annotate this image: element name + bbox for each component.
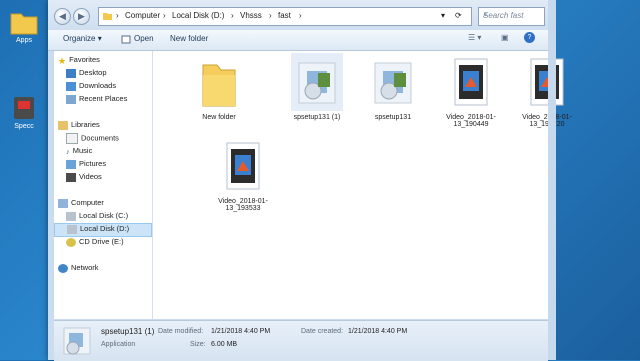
file-item[interactable]: Video_2018-01-13_190449 <box>437 53 505 128</box>
file-name: New folder <box>202 114 236 121</box>
back-button[interactable]: ◀ <box>54 8 71 25</box>
folder-icon <box>9 8 39 36</box>
nav-videos[interactable]: Videos <box>66 172 102 184</box>
hard-drive-icon <box>67 224 77 234</box>
file-name: Video_2018-01-13_192220 <box>522 114 572 128</box>
details-created-label: Date created: <box>301 328 344 335</box>
details-created-value: 1/21/2018 4:40 PM <box>348 328 408 335</box>
breadcrumb-computer[interactable]: Computer <box>125 11 160 20</box>
installer-icon <box>367 53 419 111</box>
chevron-right-icon[interactable]: › <box>269 11 272 20</box>
documents-icon <box>66 133 78 144</box>
breadcrumb-vhsss[interactable]: Vhsss <box>240 11 262 20</box>
refresh-icon[interactable]: ⟳ <box>455 11 462 20</box>
file-item[interactable]: Video_2018-01-13_193533 <box>209 137 277 212</box>
desktop-icon-specc[interactable]: Specc <box>4 94 44 130</box>
chevron-right-icon[interactable]: › <box>231 11 234 20</box>
hard-drive-icon <box>66 211 76 221</box>
network-icon <box>58 263 68 273</box>
file-name: Video_2018-01-13_193533 <box>218 198 268 212</box>
nav-recent-places[interactable]: Recent Places <box>66 94 127 106</box>
explorer-window: ◀ ▶ › Computer › Local Disk (D:) › Vhsss… <box>48 0 572 361</box>
video-file-icon <box>217 137 269 195</box>
pictures-icon <box>66 159 76 169</box>
nav-computer[interactable]: Computer <box>58 198 104 210</box>
nav-cd-drive[interactable]: CD Drive (E:) <box>66 237 124 249</box>
file-name: spsetup131 <box>374 114 412 121</box>
nav-downloads[interactable]: Downloads <box>66 81 116 93</box>
address-row: ◀ ▶ › Computer › Local Disk (D:) › Vhsss… <box>48 0 548 30</box>
open-icon <box>121 34 131 46</box>
breadcrumb-disk-d[interactable]: Local Disk (D:) <box>172 11 224 20</box>
view-options-icon[interactable]: ☰ ▾ <box>468 33 481 42</box>
app-icon <box>9 94 39 122</box>
details-size-value: 6.00 MB <box>211 341 238 348</box>
desktop-icon-label: Apps <box>16 37 32 44</box>
nav-disk-c[interactable]: Local Disk (C:) <box>66 211 128 223</box>
dropdown-icon[interactable]: ▾ <box>441 11 445 20</box>
chevron-right-icon[interactable]: › <box>299 11 302 20</box>
folder-icon <box>193 53 245 111</box>
details-modified-label: Date modified: <box>158 328 204 335</box>
video-file-icon <box>521 53 573 111</box>
folder-small-icon <box>102 10 113 23</box>
open-button[interactable]: Open <box>134 34 154 43</box>
installer-icon <box>60 324 94 360</box>
window-frame-edge <box>548 0 556 360</box>
computer-icon <box>58 198 68 208</box>
breadcrumb-fast[interactable]: fast <box>278 11 291 20</box>
star-icon: ★ <box>58 55 67 66</box>
search-icon: ⌕ <box>483 10 488 19</box>
file-name: spsetup131 (1) <box>293 114 341 121</box>
chevron-right-icon[interactable]: › <box>116 11 119 20</box>
file-item[interactable]: New folder <box>185 53 253 121</box>
nav-libraries[interactable]: Libraries <box>58 120 100 132</box>
command-bar: Organize ▾ Open New folder ☰ ▾ ▣ ? <box>48 30 548 51</box>
file-item[interactable]: Video_2018-01-13_192220 <box>513 53 581 128</box>
nav-pictures[interactable]: Pictures <box>66 159 106 171</box>
details-file-type: Application <box>101 341 136 348</box>
nav-music[interactable]: ♪ Music <box>66 146 92 158</box>
new-folder-button[interactable]: New folder <box>170 34 208 43</box>
nav-disk-d[interactable]: Local Disk (D:) <box>54 223 152 237</box>
libraries-icon <box>58 120 68 130</box>
nav-favorites[interactable]: ★ Favorites <box>58 55 100 67</box>
nav-documents[interactable]: Documents <box>66 133 119 145</box>
details-file-name: spsetup131 (1) <box>101 327 155 336</box>
downloads-icon <box>66 81 76 91</box>
search-input[interactable]: Search fast ⌕ <box>478 7 545 26</box>
address-bar[interactable]: › Computer › Local Disk (D:) › Vhsss › f… <box>98 7 472 26</box>
music-icon: ♪ <box>66 146 70 156</box>
chevron-right-icon[interactable]: › <box>163 11 166 20</box>
installer-icon <box>291 53 343 111</box>
file-item[interactable]: spsetup131 <box>359 53 427 121</box>
help-icon[interactable]: ? <box>524 32 535 43</box>
recent-places-icon <box>66 94 76 104</box>
videos-icon <box>66 172 76 182</box>
desktop-icon-apps[interactable]: Apps <box>4 8 44 44</box>
details-modified-value: 1/21/2018 4:40 PM <box>211 328 271 335</box>
file-name: Video_2018-01-13_190449 <box>446 114 496 128</box>
details-pane: spsetup131 (1) Application Date modified… <box>54 320 548 361</box>
nav-network[interactable]: Network <box>58 263 99 275</box>
file-item[interactable]: spsetup131 (1) <box>283 53 351 121</box>
file-list: New folder spsetup131 (1) spsetup131 Vid… <box>153 51 572 319</box>
desktop-icon <box>66 68 76 78</box>
details-size-label: Size: <box>190 341 206 348</box>
video-file-icon <box>445 53 497 111</box>
navigation-pane: ★ Favorites Desktop Downloads Recent Plac… <box>54 51 153 319</box>
preview-pane-icon[interactable]: ▣ <box>501 33 509 42</box>
cd-drive-icon <box>66 237 76 247</box>
desktop-icon-label: Specc <box>14 123 34 130</box>
nav-desktop[interactable]: Desktop <box>66 68 107 80</box>
organize-button[interactable]: Organize ▾ <box>63 34 102 43</box>
forward-button[interactable]: ▶ <box>73 8 90 25</box>
